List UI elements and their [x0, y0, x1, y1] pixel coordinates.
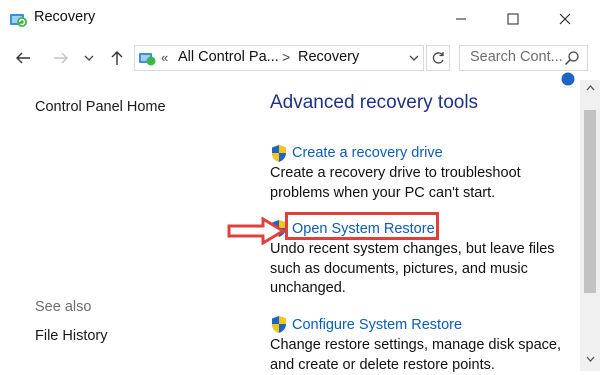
- create-recovery-drive-link[interactable]: Create a recovery drive: [292, 145, 443, 161]
- maximize-button[interactable]: [490, 0, 536, 38]
- configure-system-restore-description: Change restore settings, manage disk spa…: [270, 337, 561, 373]
- see-also-heading: See also: [35, 299, 92, 315]
- close-button[interactable]: [542, 0, 588, 38]
- forward-button[interactable]: [48, 47, 74, 69]
- search-placeholder[interactable]: Search Cont...: [470, 49, 563, 65]
- minimize-button[interactable]: [438, 0, 484, 38]
- close-icon: [559, 13, 571, 25]
- create-recovery-drive-description: Create a recovery drive to troubleshoot …: [270, 165, 521, 201]
- arrow-up-icon: [111, 51, 123, 65]
- window-title: Recovery: [34, 9, 96, 25]
- minimize-icon: [456, 18, 466, 20]
- help-icon[interactable]: [561, 72, 575, 86]
- scroll-down-button[interactable]: [581, 351, 599, 367]
- search-icon[interactable]: [564, 50, 580, 66]
- arrow-right-icon: [54, 52, 68, 64]
- chevron-down-icon: [586, 356, 594, 362]
- highlight-box: [285, 212, 439, 240]
- address-segment-recovery[interactable]: Recovery: [298, 49, 359, 65]
- scrollbar-thumb[interactable]: [584, 110, 596, 293]
- chevron-down-icon: [409, 55, 419, 61]
- back-button[interactable]: [10, 47, 36, 69]
- control-panel-icon: [139, 53, 156, 66]
- control-panel-home-link[interactable]: Control Panel Home: [35, 99, 166, 115]
- page-title: Advanced recovery tools: [270, 92, 479, 113]
- chevron-down-icon: [84, 55, 94, 61]
- refresh-icon: [432, 52, 444, 64]
- open-system-restore-description: Undo recent system changes, but leave fi…: [270, 241, 555, 296]
- chevron-up-icon: [586, 85, 594, 91]
- arrow-right-annotation-icon: [227, 217, 285, 245]
- address-overflow-chevron[interactable]: «: [161, 50, 168, 65]
- refresh-button[interactable]: [426, 45, 450, 71]
- configure-system-restore-link[interactable]: Configure System Restore: [292, 317, 462, 333]
- address-separator[interactable]: >: [282, 49, 290, 65]
- recovery-app-icon: [10, 14, 27, 27]
- scroll-up-button[interactable]: [581, 80, 599, 96]
- arrow-left-icon: [16, 52, 30, 64]
- address-dropdown-button[interactable]: [404, 45, 424, 71]
- up-button[interactable]: [104, 47, 130, 69]
- uac-shield-icon: [272, 145, 286, 162]
- uac-shield-icon: [272, 316, 286, 333]
- file-history-link[interactable]: File History: [35, 328, 108, 344]
- maximize-icon: [507, 13, 519, 25]
- recent-locations-button[interactable]: [80, 47, 98, 69]
- address-segment-control-panel[interactable]: All Control Pa...: [178, 49, 279, 65]
